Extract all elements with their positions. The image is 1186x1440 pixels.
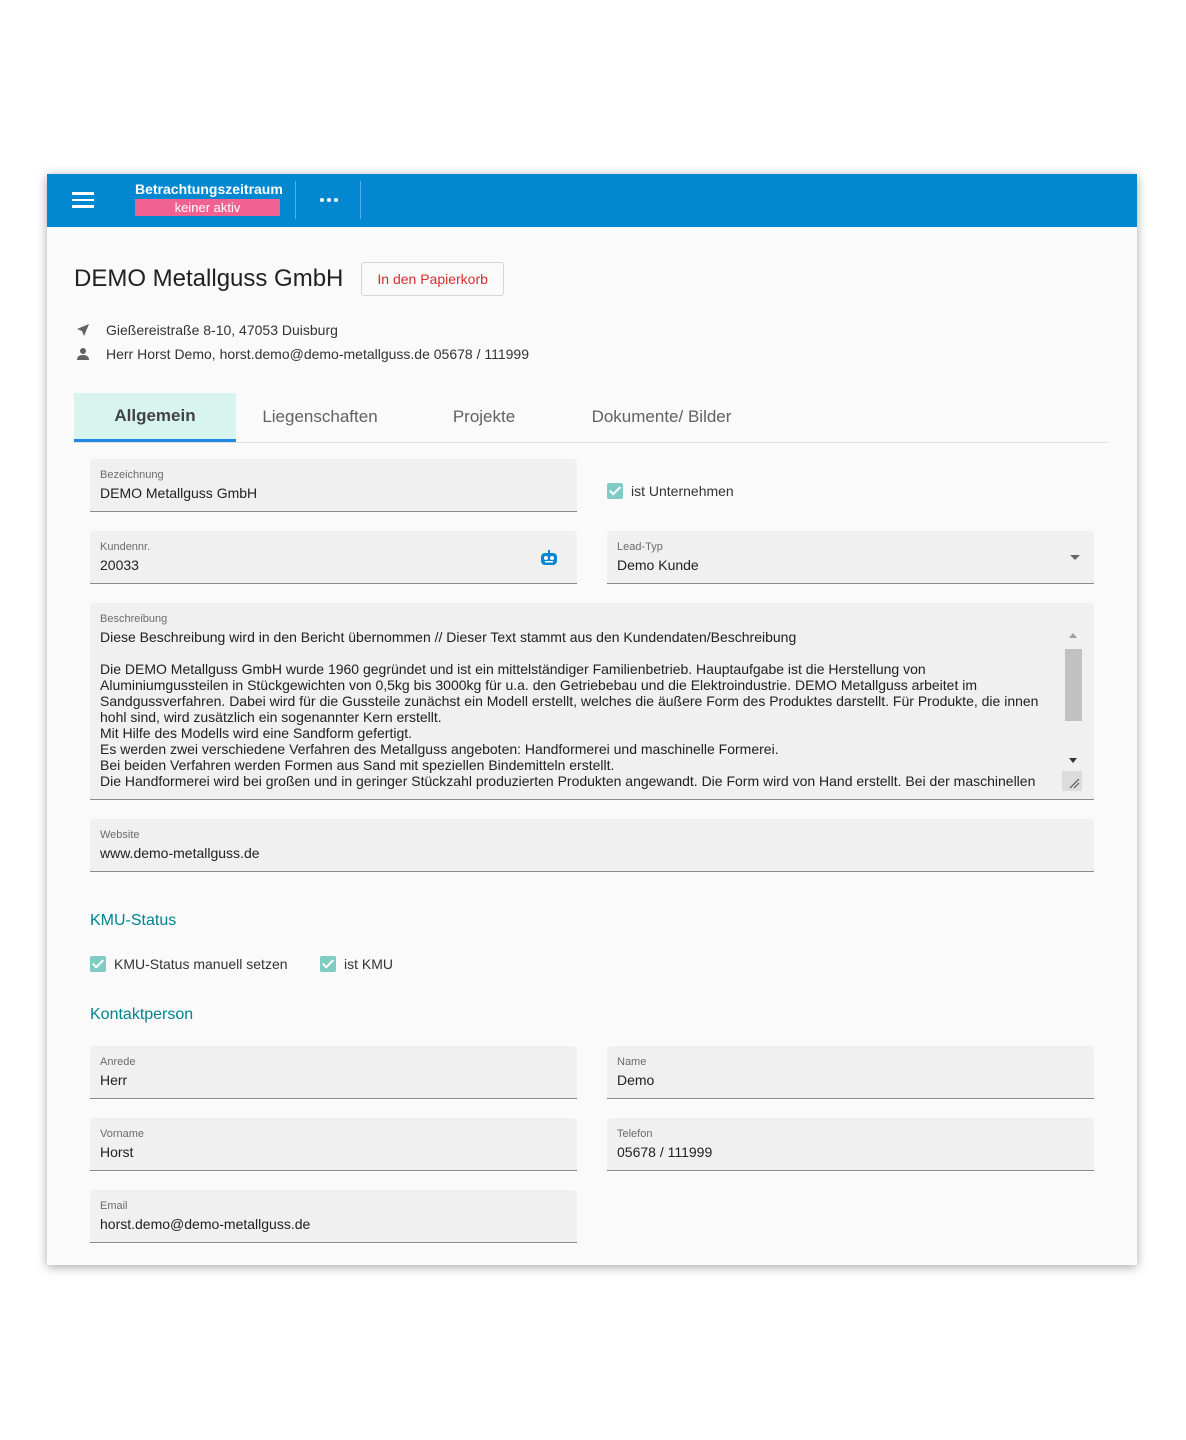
kmu-manual-checkbox[interactable]: KMU-Status manuell setzen (90, 956, 288, 972)
menu-icon[interactable] (61, 184, 105, 216)
field-value: Demo Kunde (617, 557, 699, 573)
checkbox-label: KMU-Status manuell setzen (114, 956, 288, 972)
checkbox-checked-icon (607, 483, 623, 499)
field-label: Website (100, 829, 140, 841)
page-title: DEMO Metallguss GmbH (74, 265, 344, 292)
field-label: Anrede (100, 1056, 136, 1068)
field-value: Demo (617, 1072, 655, 1088)
anrede-field[interactable]: Anrede Herr (90, 1046, 577, 1099)
lead-typ-select[interactable]: Lead-Typ Demo Kunde (607, 531, 1094, 584)
period-title: Betrachtungszeitraum (135, 181, 283, 197)
appbar-divider (295, 181, 296, 219)
period-selector[interactable]: Betrachtungszeitraum keiner aktiv (135, 180, 283, 216)
field-value: 05678 / 111999 (617, 1144, 713, 1160)
field-value: 20033 (100, 557, 139, 573)
checkbox-checked-icon (320, 956, 336, 972)
appbar-divider (360, 181, 361, 219)
kundennr-field[interactable]: Kundennr. 20033 (90, 531, 577, 584)
title-row: DEMO Metallguss GmbH In den Papierkorb (74, 261, 504, 297)
field-label: Kundennr. (100, 541, 151, 553)
tab-dokumente-bilder[interactable]: Dokumente/ Bilder (574, 393, 749, 440)
kontakt-section-title: Kontaktperson (90, 1006, 194, 1023)
address-line: Gießereistraße 8-10, 47053 Duisburg (74, 321, 338, 339)
beschreibung-textarea[interactable]: Beschreibung Diese Beschreibung wird in … (90, 603, 1094, 800)
bezeichnung-field[interactable]: Bezeichnung DEMO Metallguss GmbH (90, 459, 577, 512)
contact-line: Herr Horst Demo, horst.demo@demo-metallg… (74, 345, 529, 363)
field-label: Beschreibung (100, 613, 168, 625)
checkbox-label: ist Unternehmen (631, 483, 734, 499)
tab-allgemein[interactable]: Allgemein (74, 393, 236, 442)
email-field[interactable]: Email horst.demo@demo-metallguss.de (90, 1190, 577, 1243)
period-status-badge: keiner aktiv (135, 199, 280, 216)
app-bar: Betrachtungszeitraum keiner aktiv (47, 174, 1137, 227)
resize-handle-icon[interactable] (1062, 771, 1082, 791)
name-field[interactable]: Name Demo (607, 1046, 1094, 1099)
app-window: Betrachtungszeitraum keiner aktiv DEMO M… (47, 174, 1137, 1265)
field-value: www.demo-metallguss.de (100, 845, 260, 861)
kmu-section-title: KMU-Status (90, 912, 177, 929)
field-label: Lead-Typ (617, 541, 663, 553)
field-label: Name (617, 1056, 647, 1068)
field-value: Herr (100, 1072, 128, 1088)
tab-bar: Allgemein Liegenschaften Projekte Dokume… (74, 393, 1108, 443)
field-value: DEMO Metallguss GmbH (100, 485, 258, 501)
tab-projekte[interactable]: Projekte (424, 393, 544, 440)
tab-liegenschaften[interactable]: Liegenschaften (236, 393, 404, 440)
scroll-down-arrow-icon[interactable] (1069, 758, 1077, 763)
checkbox-checked-icon (90, 956, 106, 972)
field-label: Email (100, 1200, 128, 1212)
dropdown-arrow-icon[interactable] (1070, 555, 1080, 560)
more-horizontal-icon[interactable] (313, 186, 345, 214)
address-text: Gießereistraße 8-10, 47053 Duisburg (106, 322, 338, 338)
scroll-thumb[interactable] (1065, 649, 1082, 721)
textarea-content[interactable]: Diese Beschreibung wird in den Bericht ü… (100, 629, 1050, 789)
telefon-field[interactable]: Telefon 05678 / 111999 (607, 1118, 1094, 1171)
scrollbar[interactable] (1065, 629, 1082, 789)
vorname-field[interactable]: Vorname Horst (90, 1118, 577, 1171)
field-label: Telefon (617, 1128, 653, 1140)
field-value: horst.demo@demo-metallguss.de (100, 1216, 311, 1232)
robot-icon[interactable] (540, 550, 558, 566)
field-label: Bezeichnung (100, 469, 164, 481)
checkbox-label: ist KMU (344, 956, 393, 972)
trash-button[interactable]: In den Papierkorb (361, 262, 504, 296)
field-value: Horst (100, 1144, 134, 1160)
ist-unternehmen-checkbox[interactable]: ist Unternehmen (607, 483, 734, 499)
contact-text: Herr Horst Demo, horst.demo@demo-metallg… (106, 346, 530, 362)
field-label: Vorname (100, 1128, 145, 1140)
website-field[interactable]: Website www.demo-metallguss.de (90, 819, 1094, 872)
navigation-arrow-icon (74, 321, 92, 339)
ist-kmu-checkbox[interactable]: ist KMU (320, 956, 393, 972)
person-icon (74, 345, 92, 363)
scroll-up-arrow-icon[interactable] (1069, 633, 1077, 638)
